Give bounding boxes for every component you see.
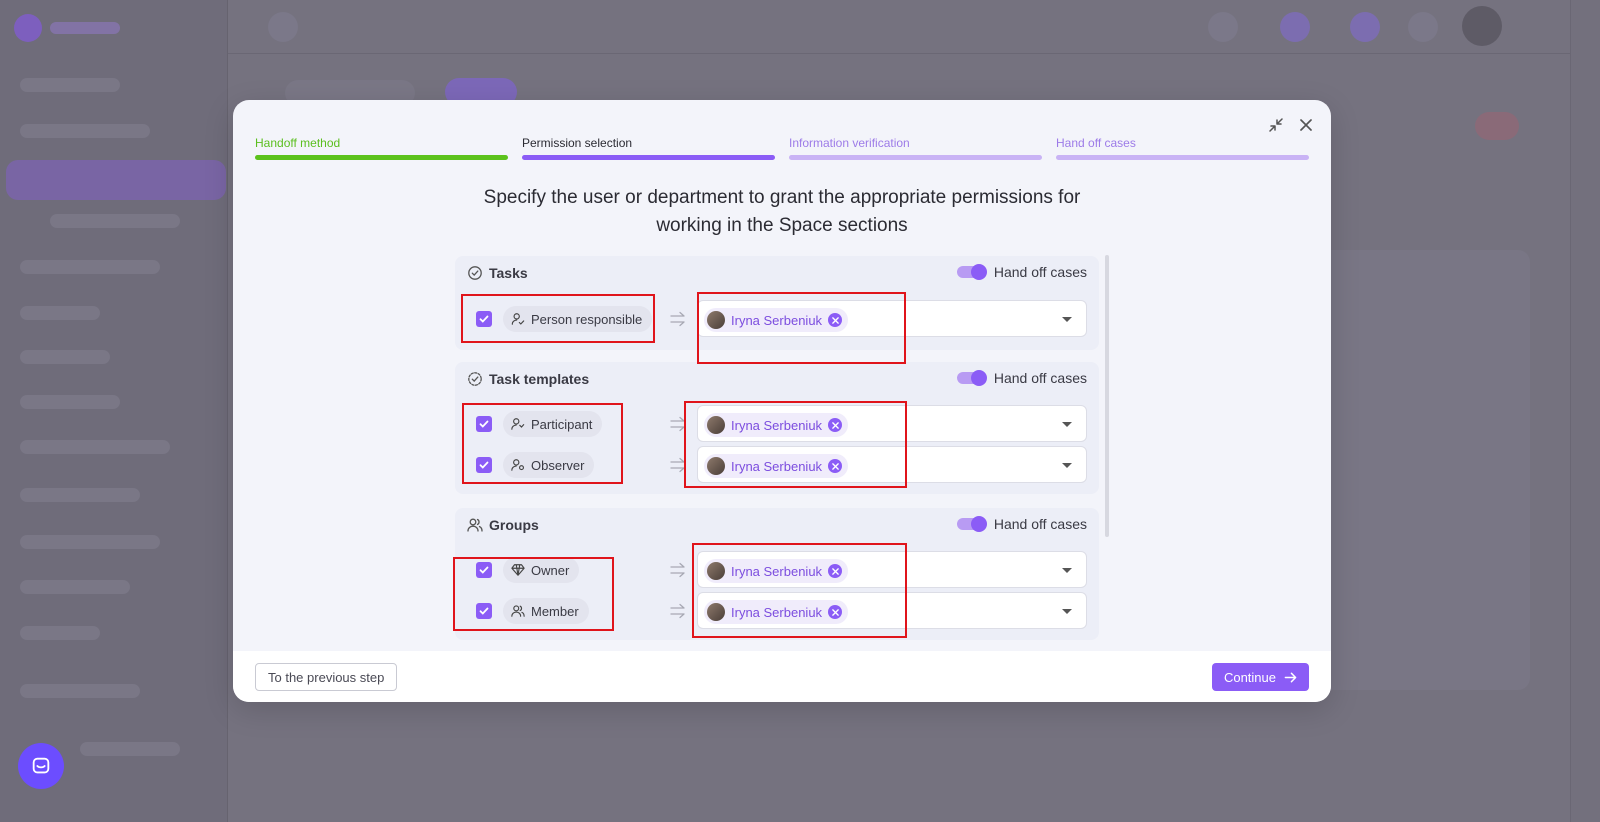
section-title: Tasks <box>489 265 528 281</box>
sidebar-item <box>20 78 120 92</box>
title-line: working in the Space sections <box>656 215 908 236</box>
step-bar <box>255 155 508 160</box>
modal-window-controls <box>1267 116 1315 134</box>
chevron-down-icon[interactable] <box>1062 568 1072 573</box>
step-permission-selection: Permission selection <box>522 136 775 160</box>
toggle-label: Hand off cases <box>993 264 1087 280</box>
toggle-switch[interactable] <box>956 264 987 280</box>
step-hand-off-cases: Hand off cases <box>1056 136 1309 160</box>
toggle-switch[interactable] <box>956 516 987 532</box>
sidebar-item <box>50 214 180 228</box>
chevron-down-icon[interactable] <box>1062 317 1072 322</box>
task-template-icon <box>468 372 482 386</box>
chevron-down-icon[interactable] <box>1062 422 1072 427</box>
highlight-box <box>462 403 623 484</box>
collapse-icon[interactable] <box>1267 116 1285 134</box>
hand-off-toggle[interactable]: Hand off cases <box>956 264 1087 280</box>
continue-label: Continue <box>1223 669 1276 685</box>
highlight-box <box>461 294 655 343</box>
highlight-box <box>453 557 614 631</box>
chat-button[interactable] <box>18 743 64 789</box>
sidebar-item-active <box>6 160 226 200</box>
bg-avatar <box>1462 6 1502 46</box>
step-label: Permission selection <box>522 136 633 150</box>
sidebar-item <box>20 350 110 364</box>
continue-button[interactable]: Continue <box>1211 663 1309 691</box>
title-line: Specify the user or department to grant … <box>483 187 1081 208</box>
sidebar-item <box>20 260 160 274</box>
toggle-label: Hand off cases <box>993 516 1087 532</box>
step-label: Information verification <box>789 136 910 150</box>
handoff-modal: Handoff method Permission selection Info… <box>233 100 1331 702</box>
step-information-verification: Information verification <box>789 136 1042 160</box>
bg-top-icon <box>1408 12 1438 42</box>
section-header: Groups Hand off cases <box>455 508 1099 538</box>
step-handoff-method: Handoff method <box>255 136 508 160</box>
section-header: Tasks Hand off cases <box>455 256 1099 286</box>
step-bar <box>522 155 775 160</box>
highlight-box <box>684 401 907 488</box>
sidebar-item <box>20 684 140 698</box>
background-edge <box>1570 0 1600 822</box>
sidebar-item <box>20 626 100 640</box>
app-logo <box>14 14 42 42</box>
sidebar-item <box>20 440 170 454</box>
bg-top-icon <box>268 12 298 42</box>
highlight-box <box>697 292 906 364</box>
sidebar-item <box>20 488 140 502</box>
stepper: Handoff method Permission selection Info… <box>255 136 1309 160</box>
toggle-switch[interactable] <box>956 370 987 386</box>
arrow-right-icon <box>1284 672 1297 682</box>
chevron-down-icon[interactable] <box>1062 463 1072 468</box>
section-title: Task templates <box>489 371 590 387</box>
background-sidebar <box>0 0 228 822</box>
step-label: Hand off cases <box>1056 136 1136 150</box>
sidebar-item <box>20 395 120 409</box>
chevron-down-icon[interactable] <box>1062 609 1072 614</box>
step-bar <box>1056 155 1309 160</box>
close-icon[interactable] <box>1297 116 1315 134</box>
transfer-arrow-icon <box>670 311 685 327</box>
section-header: Task templates Hand off cases <box>455 362 1099 392</box>
transfer-arrow-icon <box>670 603 685 619</box>
previous-step-button[interactable]: To the previous step <box>255 663 398 691</box>
chat-icon <box>32 757 50 774</box>
step-label: Handoff method <box>255 136 341 150</box>
bg-top-icon <box>1208 12 1238 42</box>
bg-top-icon <box>1280 12 1310 42</box>
transfer-arrow-icon <box>670 562 685 578</box>
section-title: Groups <box>489 517 539 533</box>
hand-off-toggle[interactable]: Hand off cases <box>956 370 1087 386</box>
highlight-box <box>692 543 907 638</box>
bg-top-icon <box>1350 12 1380 42</box>
toggle-label: Hand off cases <box>993 370 1087 386</box>
sidebar-item <box>20 124 150 138</box>
bg-pill <box>1475 112 1519 140</box>
modal-footer: To the previous step Continue <box>233 651 1331 702</box>
sidebar-item <box>80 742 180 756</box>
background-topbar <box>228 0 1600 54</box>
modal-title: Specify the user or department to grant … <box>233 184 1331 240</box>
sidebar-item <box>20 306 100 320</box>
step-bar <box>789 155 1042 160</box>
sidebar-item <box>20 580 130 594</box>
groups-icon <box>467 518 483 532</box>
app-logo-text <box>50 22 120 34</box>
sidebar-item <box>20 535 160 549</box>
task-check-icon <box>468 266 482 280</box>
hand-off-toggle[interactable]: Hand off cases <box>956 516 1087 532</box>
